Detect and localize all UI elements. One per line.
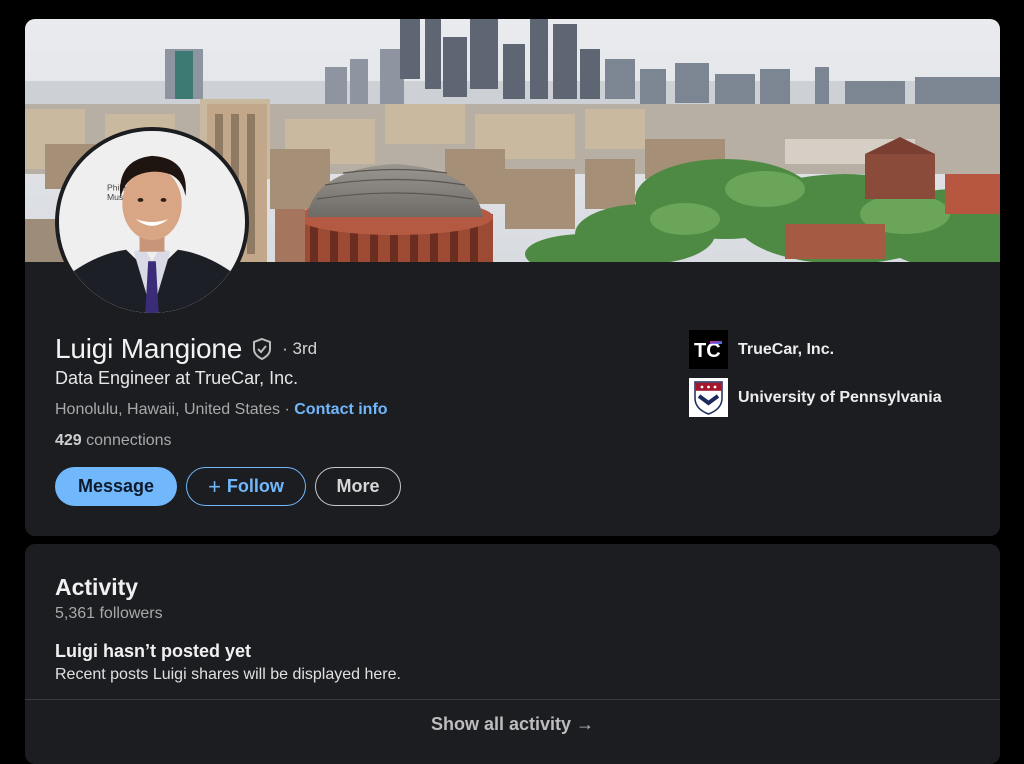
activity-title: Activity <box>55 574 139 600</box>
penn-name: University of Pennsylvania <box>738 388 942 406</box>
empty-activity-title: Luigi hasn’t posted yet <box>55 641 252 661</box>
location-row: Honolulu, Hawaii, United States · Contac… <box>55 401 388 419</box>
profile-card: Philad Muse Luigi Mangione · 3rd Data En… <box>25 19 1000 536</box>
profile-location: Honolulu, Hawaii, United States <box>55 401 281 418</box>
activity-card: Activity 5,361 followers Luigi hasn’t po… <box>25 544 1000 764</box>
connections-number: 429 <box>55 432 82 449</box>
connections-label: connections <box>81 432 172 449</box>
activity-divider <box>25 699 1000 700</box>
contact-info-link[interactable]: Contact info <box>294 401 387 419</box>
follow-button[interactable]: + Follow <box>186 467 306 506</box>
shield-check-icon[interactable] <box>251 337 273 361</box>
experience-truecar[interactable]: TC TrueCar, Inc. <box>689 330 834 369</box>
message-button[interactable]: Message <box>55 467 177 506</box>
truecar-name: TrueCar, Inc. <box>738 340 835 358</box>
follow-label: Follow <box>226 476 284 496</box>
more-button[interactable]: More <box>315 467 401 506</box>
avatar-photo: Philad Muse <box>59 131 245 313</box>
truecar-logo: TC <box>689 330 728 369</box>
education-penn[interactable]: University of Pennsylvania <box>689 378 942 417</box>
followers-count[interactable]: 5,361 followers <box>55 605 163 623</box>
connections-count[interactable]: 429 connections <box>55 432 172 450</box>
connection-degree: · 3rd <box>282 339 318 358</box>
plus-icon: + <box>208 473 221 499</box>
separator-dot: · <box>280 401 295 418</box>
show-all-activity-link[interactable]: Show all activity → <box>25 714 1000 735</box>
penn-shield-logo <box>689 378 728 417</box>
profile-name: Luigi Mangione <box>55 333 243 364</box>
profile-headline: Data Engineer at TrueCar, Inc. <box>55 368 299 388</box>
empty-activity-description: Recent posts Luigi shares will be displa… <box>55 666 401 683</box>
profile-name-row: Luigi Mangione · 3rd <box>55 331 317 367</box>
profile-avatar[interactable]: Philad Muse <box>55 127 249 317</box>
